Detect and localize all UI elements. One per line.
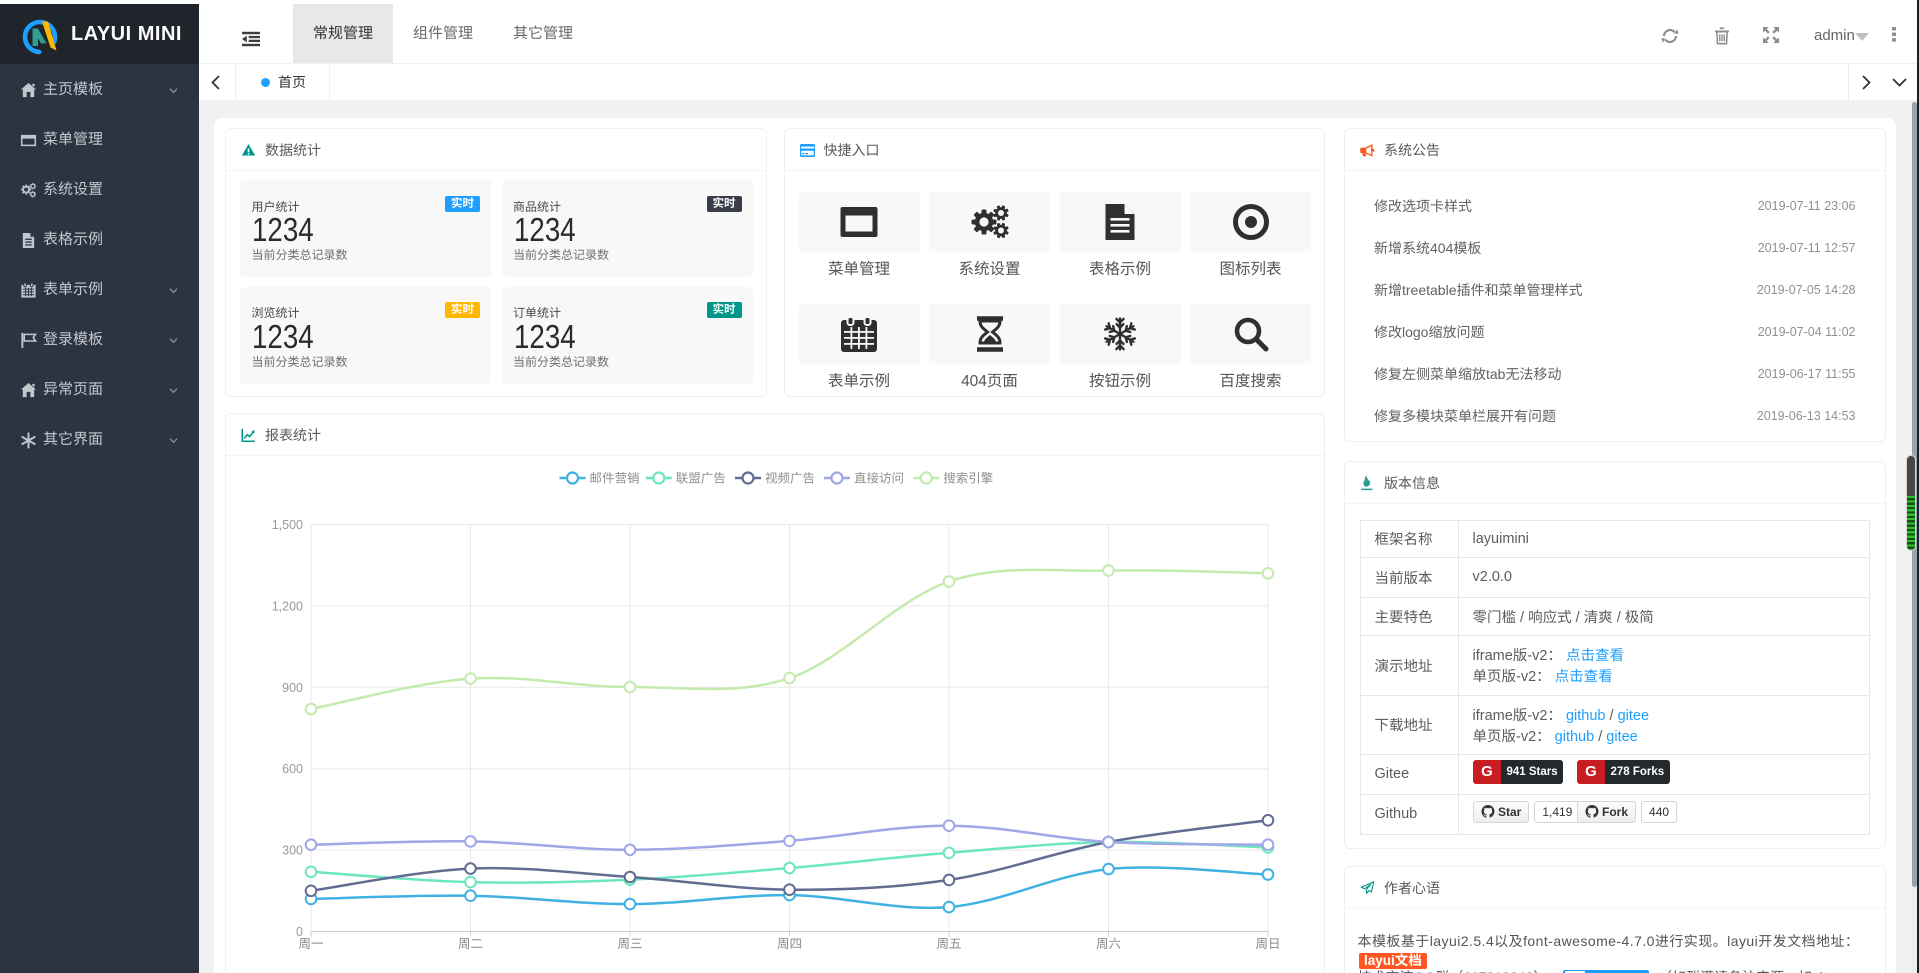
- svg-text:600: 600: [282, 762, 303, 776]
- svg-text:周三: 周三: [617, 937, 642, 951]
- svg-text:周日: 周日: [1255, 937, 1280, 951]
- svg-text:直接访问: 直接访问: [854, 472, 904, 486]
- svg-text:900: 900: [282, 681, 303, 695]
- svg-text:周六: 周六: [1096, 937, 1121, 951]
- svg-text:周四: 周四: [777, 937, 802, 951]
- svg-text:300: 300: [282, 844, 303, 858]
- svg-text:周五: 周五: [936, 937, 961, 951]
- svg-text:1,500: 1,500: [272, 518, 303, 532]
- svg-text:视频广告: 视频广告: [765, 472, 815, 486]
- svg-text:周二: 周二: [458, 937, 483, 951]
- svg-text:搜索引擎: 搜索引擎: [943, 472, 993, 486]
- svg-text:周一: 周一: [298, 937, 323, 951]
- svg-text:联盟广告: 联盟广告: [676, 472, 726, 486]
- svg-text:1,200: 1,200: [272, 599, 303, 613]
- svg-text:邮件营销: 邮件营销: [590, 472, 640, 486]
